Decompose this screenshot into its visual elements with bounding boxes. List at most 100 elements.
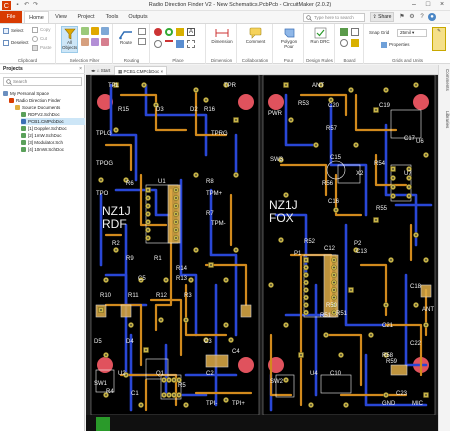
all-objects-button[interactable]: All Objects <box>61 26 78 53</box>
pad-hole <box>147 237 149 239</box>
cut-button[interactable]: Cut <box>32 36 47 42</box>
paste-button[interactable]: Paste <box>32 45 52 51</box>
filter-polygons-icon[interactable] <box>91 38 99 46</box>
tab-tools[interactable]: Tools <box>101 11 123 23</box>
tree-item[interactable]: Source Documents <box>15 104 85 111</box>
notifications-icon[interactable]: ⚑ <box>398 13 406 21</box>
filter-pads-icon[interactable] <box>101 27 109 35</box>
tab-libraries[interactable]: Libraries <box>440 111 450 128</box>
tree-item[interactable]: [1] Doppler.SchDoc <box>21 125 85 132</box>
tree-item[interactable]: [2] 1mW.SchDoc <box>21 132 85 139</box>
tree-item[interactable]: RDFV2.SchDoc <box>21 111 85 118</box>
designator-label: TPM+ <box>206 191 223 197</box>
place-string-icon[interactable]: A <box>187 28 195 36</box>
tab-pcb1[interactable]: ▦ PCB1.CMPcbDoc × <box>114 66 168 75</box>
tab-comments[interactable]: Comments <box>440 69 450 91</box>
place-region-icon[interactable] <box>187 40 195 48</box>
avatar[interactable]: ● <box>428 13 436 21</box>
close-button[interactable]: × <box>436 0 448 10</box>
tab-view[interactable]: View <box>51 11 71 23</box>
designator-label: C21 <box>382 323 394 329</box>
designator-label: R12 <box>156 293 168 299</box>
tab-outputs[interactable]: Outputs <box>125 11 151 23</box>
snap-grid-select[interactable]: 25mil ▾ <box>397 29 427 37</box>
pad-hole <box>175 237 177 239</box>
place-via-icon[interactable] <box>165 28 173 36</box>
filter-text-icon[interactable] <box>101 38 109 46</box>
board-layers-icon[interactable] <box>351 28 359 36</box>
pcb-canvas[interactable]: NZ1J RDF NZ1J FOX TPL TPR R15 D3 D2 R16 TPLG TP… <box>86 75 438 431</box>
board-group: Board <box>336 24 364 64</box>
pad-hole <box>173 394 175 396</box>
tree-item[interactable]: PCB1.CMPcbDoc <box>21 118 85 125</box>
designator-label: C10 <box>330 371 342 377</box>
designator-label: C13 <box>356 249 368 255</box>
share-button[interactable]: ⇪ Share <box>370 12 394 22</box>
project-search-input[interactable]: Search <box>3 77 82 86</box>
pad-hole <box>147 205 149 207</box>
place-component-icon[interactable] <box>176 40 184 48</box>
filter-vias-icon[interactable] <box>81 38 89 46</box>
minimize-button[interactable]: – <box>408 0 420 10</box>
designator-label: PWR <box>268 111 283 117</box>
filter-components-icon[interactable] <box>81 27 89 35</box>
redo-icon[interactable]: ↷ <box>32 2 39 9</box>
maximize-button[interactable]: □ <box>422 0 434 10</box>
board-origin-icon[interactable] <box>340 39 348 47</box>
close-panel-icon[interactable]: × <box>79 65 82 74</box>
search-icon <box>306 15 312 21</box>
routing-group-label: Routing <box>123 58 140 63</box>
tab-project[interactable]: Project <box>73 11 99 23</box>
designator-label: R54 <box>374 161 386 167</box>
pad-hole <box>300 354 302 356</box>
circuitmaker-logo-icon: C <box>2 1 11 10</box>
pad-hole <box>392 177 394 179</box>
tree-item[interactable]: My Personal Space <box>3 90 85 97</box>
pad-hole <box>155 104 157 106</box>
designator-label: R53 <box>298 101 310 107</box>
tab-start[interactable]: ◂▸ ⌂ Start <box>88 66 113 75</box>
comment-button[interactable]: Comment <box>242 27 269 53</box>
diff-pair-route-icon[interactable] <box>138 38 146 45</box>
designator-label: R59 <box>386 359 398 365</box>
select-button[interactable]: Select <box>3 28 24 34</box>
undo-icon[interactable]: ↶ <box>23 2 30 9</box>
board-shape-icon[interactable] <box>340 28 348 36</box>
search-input[interactable]: Type here to search <box>303 13 365 22</box>
place-line-icon[interactable] <box>165 40 173 48</box>
route-button[interactable]: Route <box>117 27 135 53</box>
tree-item-label: [1] Doppler.SchDoc <box>28 126 67 131</box>
properties-button[interactable]: Properties <box>381 42 410 48</box>
pad-hole <box>333 311 335 314</box>
interactive-route-icon[interactable] <box>138 28 146 35</box>
deselect-button[interactable]: Deselect <box>3 40 29 46</box>
polygon-pour-button[interactable]: Polygon Pour <box>276 27 302 53</box>
share-label: Share <box>378 14 392 20</box>
tree-item[interactable]: [4] 10mW.SchDoc <box>21 146 85 153</box>
tree-item[interactable]: [3] Modulator.Sch <box>21 139 85 146</box>
pad-hole <box>235 119 237 121</box>
pad-hole <box>305 304 307 306</box>
pad-hole <box>392 168 394 170</box>
tree-item[interactable]: Radio Direction Finder <box>9 97 85 104</box>
pad-hole <box>425 394 427 396</box>
pad-hole <box>333 281 335 284</box>
designator-label: R6 <box>126 181 134 187</box>
dimension-button[interactable]: Dimension <box>209 27 235 53</box>
help-icon[interactable]: ? <box>418 13 426 21</box>
copy-button[interactable]: Copy <box>32 27 51 33</box>
board-3d-icon[interactable] <box>351 39 359 47</box>
place-arc-icon[interactable] <box>154 40 162 48</box>
run-drc-button[interactable]: Run DRC <box>307 27 333 53</box>
pad-hole <box>385 304 387 306</box>
place-fill-icon[interactable] <box>176 28 184 36</box>
settings-icon[interactable]: ⚙ <box>408 13 416 21</box>
pad-hole <box>330 99 332 101</box>
filter-tracks-icon[interactable] <box>91 27 99 35</box>
tab-home[interactable]: Home <box>24 11 49 23</box>
tab-file[interactable]: File <box>0 11 22 23</box>
pencil-icon[interactable]: ✎ <box>432 27 446 51</box>
pad-hole <box>225 279 227 281</box>
place-pad-icon[interactable] <box>154 28 162 36</box>
save-icon[interactable]: ▪ <box>14 2 21 9</box>
